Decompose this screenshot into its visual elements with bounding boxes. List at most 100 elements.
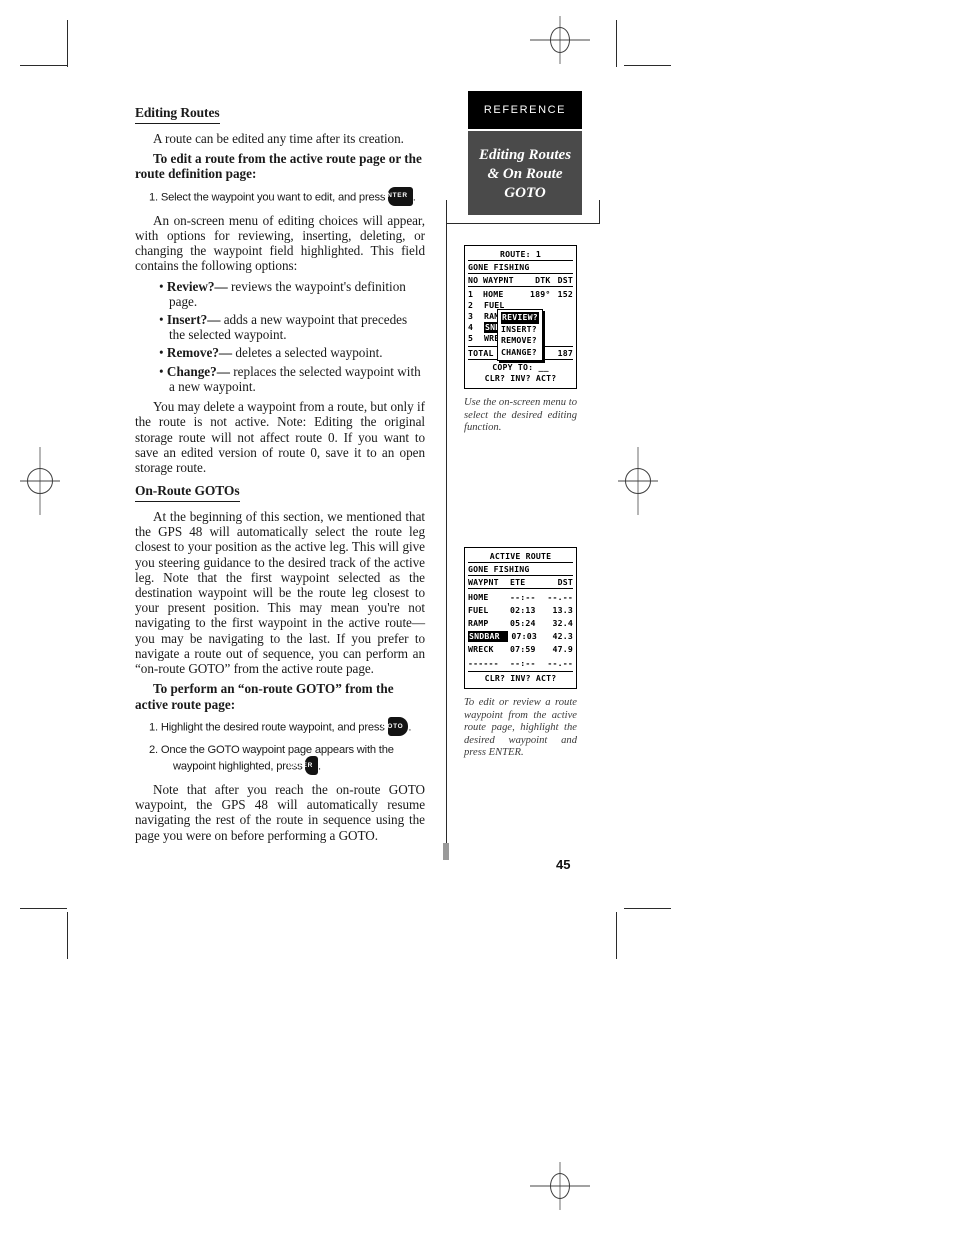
section-heading-on-route-gotos-wrap: On-Route GOTOs xyxy=(135,482,425,503)
table-row: 1 HOME 189° 152 xyxy=(468,289,573,300)
paragraph-onscreen-menu: An on-screen menu of editing choices wil… xyxy=(135,212,425,274)
editing-options-list: • Review?— reviews the waypoint's defini… xyxy=(135,279,425,394)
header-waypoint: WAYPNT xyxy=(468,577,499,587)
crop-mark-bottom-left-v xyxy=(67,912,68,959)
goto-key-icon: GOTO xyxy=(382,717,409,736)
total-value: 187 xyxy=(557,348,573,358)
row-dst: 32.4 xyxy=(552,618,573,628)
figure-active-route-page: ACTIVE ROUTE GONE FISHING WAYPNT ETE DST… xyxy=(464,547,577,760)
registration-mark-left xyxy=(20,447,60,515)
step-period: . xyxy=(412,191,416,204)
registration-mark-right xyxy=(618,447,658,515)
procedure-title-edit-route: To edit a route from the active route pa… xyxy=(135,151,422,182)
row-name: HOME xyxy=(468,592,489,602)
registration-mark-bottom xyxy=(530,1162,590,1210)
list-item: • Insert?— adds a new waypoint that prec… xyxy=(159,312,408,343)
list-item: • Remove?— deletes a selected waypoint. xyxy=(159,345,383,361)
row-name: RAMP xyxy=(468,618,489,628)
sidebar-rule-vertical xyxy=(446,222,447,854)
row-ete: 05:24 xyxy=(510,618,536,628)
enter-key-icon: ENTER xyxy=(287,756,319,775)
row-dst: --.-- xyxy=(547,658,573,668)
table-row[interactable]: RAMP 05:24 32.4 xyxy=(468,618,573,629)
popup-item-remove[interactable]: REMOVE? xyxy=(501,335,539,347)
table-row: ------ --:-- --.-- xyxy=(468,658,573,669)
header-dst: DST xyxy=(557,275,573,285)
row-dst: 47.9 xyxy=(552,644,573,654)
row-dst: 152 xyxy=(557,289,573,299)
section-heading-on-route-gotos: On-Route GOTOs xyxy=(135,483,240,502)
paragraph-resume-navigation: Note that after you reach the on-route G… xyxy=(135,782,425,843)
procedure-title-on-route-goto: To perform an “on-route GOTO” from the a… xyxy=(135,681,394,712)
main-text-column: Editing Routes A route can be edited any… xyxy=(135,104,425,843)
crop-mark-bottom-left-h xyxy=(20,908,67,909)
row-no: 1 xyxy=(468,289,474,299)
gps-screen-active-route: ACTIVE ROUTE GONE FISHING WAYPNT ETE DST… xyxy=(464,547,577,689)
row-no: 2 xyxy=(468,300,474,310)
header-waypoint: WAYPNT xyxy=(483,275,514,285)
row-no: 4 xyxy=(468,322,474,332)
popup-item-insert[interactable]: INSERT? xyxy=(501,324,539,336)
row-ete: 07:59 xyxy=(510,644,536,654)
step-text: 2. Once the GOTO waypoint page appears w… xyxy=(149,744,394,773)
crop-mark-top-left-h xyxy=(20,65,67,66)
sidebar-rule-endcap xyxy=(443,843,449,860)
sidebar-title-line-2: & On Route xyxy=(487,165,563,182)
list-item: • Change?— replaces the selected waypoin… xyxy=(159,363,421,394)
gps-screen-route-definition: ROUTE: 1 GONE FISHING NO WAYPNT DTK DST … xyxy=(464,245,577,389)
row-name: WRECK xyxy=(468,644,494,654)
row-ete: 07:03 xyxy=(511,631,537,641)
row-name-highlighted: SNDBAR xyxy=(468,631,509,642)
step-text: 1. Highlight the desired route waypoint,… xyxy=(149,721,385,734)
sidebar-title-line-1: Editing Routes xyxy=(478,146,572,163)
row-no: 5 xyxy=(468,333,474,343)
editing-popup-menu[interactable]: REVIEW? INSERT? REMOVE? CHANGE? xyxy=(497,309,543,361)
registration-mark-top xyxy=(530,16,590,64)
lcd-footer-actions: CLR? INV? ACT? xyxy=(484,373,557,383)
lcd-divider xyxy=(468,671,573,672)
section-heading-editing-routes-wrap: Editing Routes xyxy=(135,104,425,125)
row-dst: --.-- xyxy=(547,592,573,602)
step-select-waypoint: 1. Select the waypoint you want to edit,… xyxy=(135,186,425,207)
header-dtk: DTK xyxy=(535,275,551,285)
table-row[interactable]: HOME --:-- --.-- xyxy=(468,592,573,603)
row-ete: 02:13 xyxy=(510,605,536,615)
page-number: 45 xyxy=(556,857,571,872)
step-press-enter: 2. Once the GOTO waypoint page appears w… xyxy=(135,743,425,776)
figure-caption: To edit or review a route waypoint from … xyxy=(464,697,577,759)
popup-item-review[interactable]: REVIEW? xyxy=(501,312,539,324)
crop-mark-top-left-v xyxy=(67,20,68,67)
row-dtk: 189° xyxy=(529,289,551,299)
row-name: ------ xyxy=(468,658,499,668)
crop-mark-top-right-h xyxy=(624,65,671,66)
sidebar-rule-corner xyxy=(446,200,600,224)
row-ete: --:-- xyxy=(510,658,536,668)
step-highlight-waypoint: 1. Highlight the desired route waypoint,… xyxy=(135,717,425,737)
step-period: . xyxy=(408,721,412,734)
enter-key-icon: ENTER xyxy=(382,186,413,206)
row-dst: 42.3 xyxy=(552,631,573,641)
header-no: NO xyxy=(468,275,479,285)
figure-route-definition-page: ROUTE: 1 GONE FISHING NO WAYPNT DTK DST … xyxy=(464,245,577,435)
header-dst: DST xyxy=(557,577,573,587)
lcd-footer-actions: CLR? INV? ACT? xyxy=(484,673,557,683)
lcd-column-headers: NO WAYPNT DTK DST xyxy=(468,275,573,287)
table-row[interactable]: FUEL 02:13 13.3 xyxy=(468,605,573,616)
step-period: . xyxy=(318,760,321,773)
row-no: 3 xyxy=(468,311,474,321)
header-ete: ETE xyxy=(510,577,526,587)
row-dst: 13.3 xyxy=(552,605,573,615)
popup-item-change[interactable]: CHANGE? xyxy=(501,347,539,359)
lcd-copy-to: COPY TO: __ xyxy=(492,362,549,372)
paragraph-delete-waypoint-note: You may delete a waypoint from a route, … xyxy=(135,399,425,475)
document-page: Editing Routes A route can be edited any… xyxy=(0,0,954,1235)
option-term: Insert?— xyxy=(166,312,221,328)
table-row[interactable]: WRECK 07:59 47.9 xyxy=(468,644,573,655)
row-name: FUEL xyxy=(468,605,489,615)
table-row-highlighted[interactable]: SNDBAR 07:03 42.3 xyxy=(468,631,573,642)
paragraph-intro: A route can be edited any time after its… xyxy=(153,130,404,146)
paragraph-active-leg: At the beginning of this section, we men… xyxy=(135,508,425,676)
option-term: Change?— xyxy=(166,363,230,379)
list-item: • Review?— reviews the waypoint's defini… xyxy=(159,278,406,309)
tab-reference: REFERENCE xyxy=(468,91,582,129)
